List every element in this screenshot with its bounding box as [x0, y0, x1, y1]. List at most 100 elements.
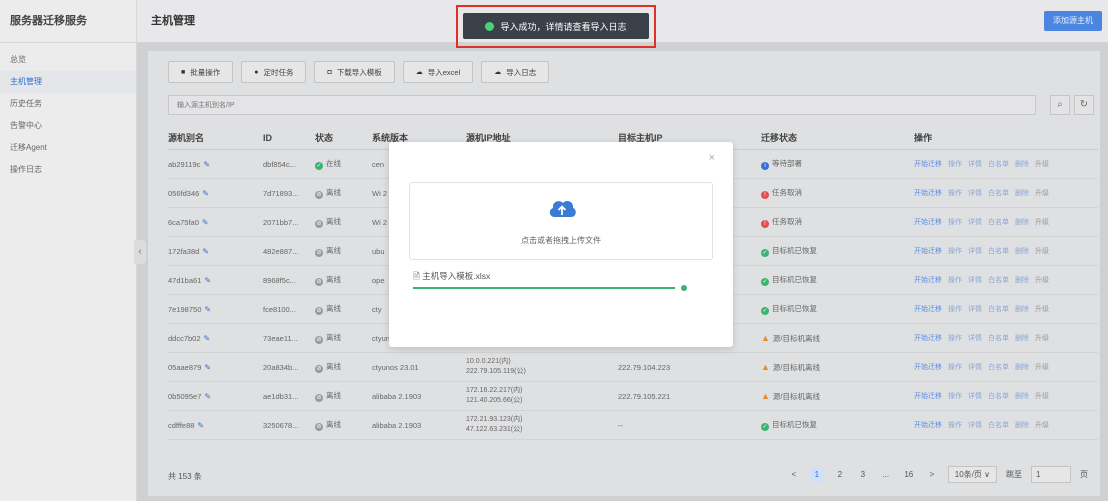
sidebar-item-history-tasks[interactable]: 历史任务	[0, 93, 136, 115]
action-link[interactable]: 白名单	[988, 277, 1009, 284]
action-link[interactable]: 操作	[948, 422, 962, 429]
edit-icon[interactable]: ✎	[204, 363, 211, 372]
page-3-button[interactable]: 3	[856, 467, 870, 482]
refresh-icon[interactable]: ↻	[1074, 95, 1094, 115]
edit-icon[interactable]: ✎	[204, 276, 211, 285]
action-link[interactable]: 开始迁移	[914, 248, 942, 255]
action-link[interactable]: 升级	[1035, 219, 1049, 226]
sidebar-item-host-management[interactable]: 主机管理	[0, 71, 136, 93]
sidebar-collapse-icon[interactable]: ‹	[134, 240, 146, 264]
status-cell: ⊘ 离线	[315, 332, 372, 344]
action-link[interactable]: 删除	[1015, 306, 1029, 313]
action-link[interactable]: 删除	[1015, 161, 1029, 168]
action-link[interactable]: 升级	[1035, 335, 1049, 342]
prev-page-button[interactable]: <	[787, 467, 801, 482]
action-link[interactable]: 白名单	[988, 219, 1009, 226]
action-link[interactable]: 操作	[948, 190, 962, 197]
action-link[interactable]: 开始迁移	[914, 306, 942, 313]
sidebar-item-overview[interactable]: 总览	[0, 49, 136, 71]
action-link[interactable]: 详情	[968, 248, 982, 255]
action-link[interactable]: 操作	[948, 248, 962, 255]
sidebar-item-operation-log[interactable]: 操作日志	[0, 159, 136, 181]
action-link[interactable]: 详情	[968, 364, 982, 371]
upload-dropzone[interactable]: 点击或者拖拽上传文件	[409, 182, 713, 260]
edit-icon[interactable]: ✎	[203, 160, 210, 169]
host-alias: cdfffe88	[168, 420, 195, 430]
action-link[interactable]: 白名单	[988, 335, 1009, 342]
page-2-button[interactable]: 2	[833, 467, 847, 482]
action-link[interactable]: 升级	[1035, 190, 1049, 197]
action-link[interactable]: 详情	[968, 335, 982, 342]
action-link[interactable]: 操作	[948, 306, 962, 313]
action-link[interactable]: 开始迁移	[914, 190, 942, 197]
action-link[interactable]: 开始迁移	[914, 219, 942, 226]
sidebar-item-migration-agent[interactable]: 迁移Agent	[0, 137, 136, 159]
action-link[interactable]: 详情	[968, 277, 982, 284]
action-link[interactable]: 开始迁移	[914, 277, 942, 284]
action-link[interactable]: 操作	[948, 364, 962, 371]
edit-icon[interactable]: ✎	[202, 218, 209, 227]
edit-icon[interactable]: ✎	[204, 334, 211, 343]
action-link[interactable]: 操作	[948, 277, 962, 284]
action-link[interactable]: 详情	[968, 393, 982, 400]
download-template-button[interactable]: ◘ 下载导入模板	[314, 61, 395, 83]
action-link[interactable]: 详情	[968, 422, 982, 429]
edit-icon[interactable]: ✎	[197, 421, 204, 430]
action-link[interactable]: 白名单	[988, 161, 1009, 168]
action-link[interactable]: 操作	[948, 393, 962, 400]
action-link[interactable]: 白名单	[988, 422, 1009, 429]
action-link[interactable]: 详情	[968, 161, 982, 168]
action-link[interactable]: 升级	[1035, 277, 1049, 284]
action-link[interactable]: 删除	[1015, 219, 1029, 226]
migration-status-cell: ✓ 目标机已恢复	[761, 274, 914, 286]
batch-operation-button[interactable]: ■ 批量操作	[168, 61, 234, 83]
action-link[interactable]: 删除	[1015, 393, 1029, 400]
action-link[interactable]: 操作	[948, 161, 962, 168]
search-icon[interactable]: ⌕	[1050, 95, 1070, 115]
action-link[interactable]: 升级	[1035, 393, 1049, 400]
action-link[interactable]: 开始迁移	[914, 335, 942, 342]
action-link[interactable]: 升级	[1035, 161, 1049, 168]
search-input[interactable]	[168, 95, 1036, 115]
action-link[interactable]: 详情	[968, 306, 982, 313]
page-ellipsis[interactable]: ...	[879, 467, 893, 482]
add-source-host-button[interactable]: 添加源主机	[1044, 11, 1102, 31]
action-link[interactable]: 白名单	[988, 190, 1009, 197]
edit-icon[interactable]: ✎	[202, 189, 209, 198]
edit-icon[interactable]: ✎	[204, 305, 211, 314]
action-link[interactable]: 开始迁移	[914, 364, 942, 371]
jump-page-input[interactable]: 1	[1031, 466, 1071, 483]
close-icon[interactable]: ×	[709, 152, 715, 164]
sidebar-item-alert-center[interactable]: 告警中心	[0, 115, 136, 137]
page-16-button[interactable]: 16	[902, 467, 916, 482]
action-link[interactable]: 开始迁移	[914, 161, 942, 168]
action-link[interactable]: 删除	[1015, 364, 1029, 371]
action-link[interactable]: 操作	[948, 219, 962, 226]
import-log-button[interactable]: ☁ 导入日志	[481, 61, 550, 83]
action-link[interactable]: 白名单	[988, 364, 1009, 371]
next-page-button[interactable]: >	[925, 467, 939, 482]
action-link[interactable]: 升级	[1035, 248, 1049, 255]
action-link[interactable]: 开始迁移	[914, 393, 942, 400]
action-link[interactable]: 操作	[948, 335, 962, 342]
edit-icon[interactable]: ✎	[204, 392, 211, 401]
action-link[interactable]: 白名单	[988, 248, 1009, 255]
page-1-button[interactable]: 1	[809, 467, 824, 482]
action-link[interactable]: 删除	[1015, 248, 1029, 255]
action-link[interactable]: 删除	[1015, 190, 1029, 197]
scheduled-task-button[interactable]: ● 定时任务	[241, 61, 307, 83]
import-excel-button[interactable]: ☁ 导入excel	[402, 61, 474, 83]
edit-icon[interactable]: ✎	[202, 247, 209, 256]
action-link[interactable]: 白名单	[988, 393, 1009, 400]
action-link[interactable]: 详情	[968, 219, 982, 226]
page-size-select[interactable]: 10条/页 ∨	[947, 466, 997, 483]
action-link[interactable]: 删除	[1015, 277, 1029, 284]
action-link[interactable]: 详情	[968, 190, 982, 197]
action-link[interactable]: 开始迁移	[914, 422, 942, 429]
action-link[interactable]: 升级	[1035, 422, 1049, 429]
action-link[interactable]: 升级	[1035, 306, 1049, 313]
action-link[interactable]: 删除	[1015, 422, 1029, 429]
action-link[interactable]: 删除	[1015, 335, 1029, 342]
action-link[interactable]: 升级	[1035, 364, 1049, 371]
action-link[interactable]: 白名单	[988, 306, 1009, 313]
